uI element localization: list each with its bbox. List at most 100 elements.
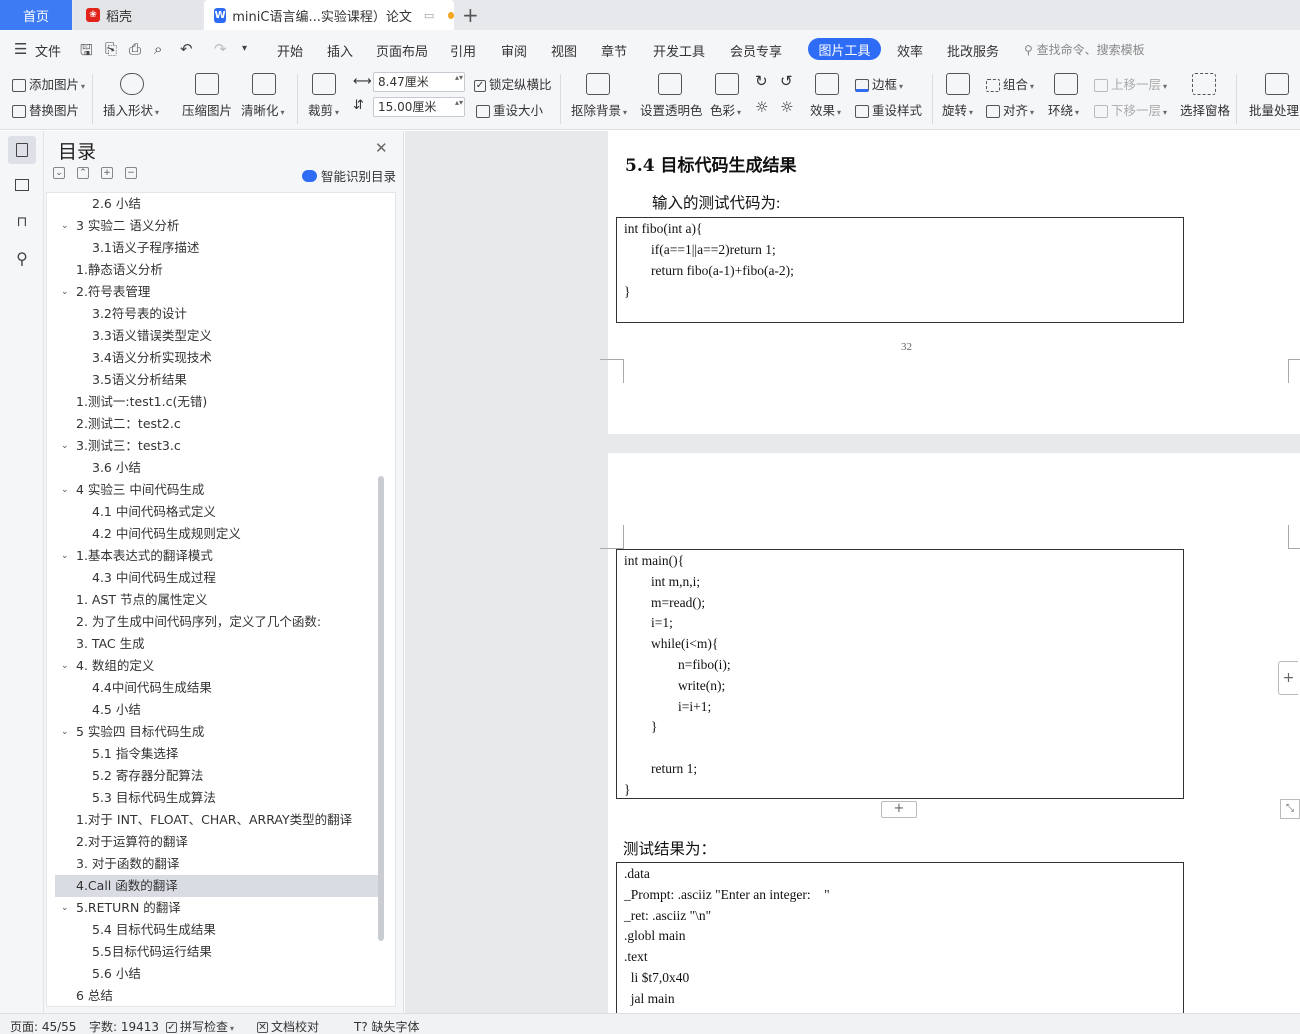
side-add-plus-icon[interactable]: +: [1278, 661, 1298, 695]
align-button[interactable]: 对齐 ▾: [986, 100, 1034, 119]
save-icon[interactable]: 🖫: [80, 40, 93, 65]
code-block-result[interactable]: .data _Prompt: .asciiz "Enter an integer:…: [616, 862, 1184, 1013]
export-icon[interactable]: ⎘: [105, 40, 117, 58]
toc-item[interactable]: 2.6 小结: [47, 193, 377, 215]
toc-item[interactable]: ⌄ 4. 数组的定义: [47, 655, 377, 677]
group-button[interactable]: 组合 ▾: [986, 74, 1034, 93]
toc-item[interactable]: ⌄ 3.测试三：test3.c: [47, 435, 377, 457]
expand-arrow-icon[interactable]: ⌄: [61, 479, 69, 501]
clarify-button[interactable]: 清晰化 ▾: [241, 100, 285, 119]
replace-picture-button[interactable]: 替换图片: [12, 100, 79, 119]
expand-arrow-icon[interactable]: ⌄: [61, 545, 69, 567]
expand-up-icon[interactable]: ⌃: [77, 167, 89, 179]
expand-arrow-icon[interactable]: ⌄: [61, 897, 69, 919]
menu-correction[interactable]: 批改服务: [947, 41, 999, 60]
toc-item[interactable]: 3.3语义错误类型定义: [47, 325, 377, 347]
brightness-up-icon[interactable]: ☼: [755, 98, 768, 116]
page-indicator[interactable]: 页面: 45/55: [10, 1018, 76, 1034]
toc-item[interactable]: ⌄ 2.符号表管理: [47, 281, 377, 303]
code-block-main[interactable]: int main(){ int m,n,i; m=read(); i=1; wh…: [616, 549, 1184, 799]
toc-item[interactable]: 1.测试一:test1.c(无错): [47, 391, 377, 413]
toc-panel-icon[interactable]: [8, 136, 36, 164]
tab-daoke[interactable]: ❀ 稻壳: [74, 0, 202, 30]
set-transparent-button[interactable]: 设置透明色: [640, 100, 703, 119]
bring-forward-button[interactable]: 上移一层 ▾: [1094, 74, 1167, 93]
toc-item[interactable]: 4.Call 函数的翻译: [55, 875, 379, 897]
smart-toc-button[interactable]: 智能识别目录: [302, 166, 396, 185]
toc-item[interactable]: 2.对于运算符的翻译: [47, 831, 377, 853]
add-heading-icon[interactable]: +: [101, 167, 113, 179]
intro-paragraph[interactable]: 输入的测试代码为:: [652, 191, 780, 213]
toc-item[interactable]: 6 总结: [47, 985, 377, 1006]
result-label[interactable]: 测试结果为：: [623, 837, 716, 859]
crop-button[interactable]: 裁剪 ▾: [308, 100, 339, 119]
toc-item[interactable]: ⌄ 1.基本表达式的翻译模式: [47, 545, 377, 567]
toc-scrollbar[interactable]: [378, 476, 384, 941]
rotate-right-small-icon[interactable]: ↺: [780, 72, 793, 90]
menu-efficiency[interactable]: 效率: [897, 41, 923, 60]
print-icon[interactable]: ⎙: [129, 40, 141, 58]
border-button[interactable]: 边框 ▾: [855, 74, 903, 93]
reset-style-button[interactable]: 重设样式: [855, 100, 922, 119]
rotate-button[interactable]: 旋转 ▾: [942, 100, 973, 119]
toc-item[interactable]: 4.4中间代码生成结果: [47, 677, 377, 699]
spell-check-button[interactable]: ✓ 拼写检查 ▾: [166, 1018, 234, 1034]
toc-item[interactable]: 3. TAC 生成: [47, 633, 377, 655]
menu-review[interactable]: 审阅: [501, 41, 527, 60]
toc-item[interactable]: 2. 为了生成中间代码序列，定义了几个函数:: [47, 611, 377, 633]
toc-item[interactable]: 3.5语义分析结果: [47, 369, 377, 391]
menu-chapter[interactable]: 章节: [601, 41, 627, 60]
search-icon[interactable]: ⚲: [11, 247, 33, 269]
missing-font-button[interactable]: T? 缺失字体: [354, 1018, 420, 1034]
toc-item[interactable]: 5.6 小结: [47, 963, 377, 985]
remove-background-button[interactable]: 抠除背景 ▾: [571, 100, 627, 119]
reset-size-button[interactable]: 重设大小: [476, 100, 543, 119]
toc-item[interactable]: 4.5 小结: [47, 699, 377, 721]
menu-picture-tools[interactable]: 图片工具: [808, 38, 881, 60]
expand-arrow-icon[interactable]: ⌄: [61, 655, 69, 677]
screen-icon[interactable]: ▭: [424, 9, 434, 22]
lock-ratio-checkbox[interactable]: ✓ 锁定纵横比: [474, 74, 552, 93]
color-button[interactable]: 色彩 ▾: [710, 100, 741, 119]
toc-item[interactable]: 3.1语义子程序描述: [47, 237, 377, 259]
print-preview-icon[interactable]: ⌕: [154, 40, 162, 58]
toc-item[interactable]: ⌄ 5.RETURN 的翻译: [47, 897, 377, 919]
menu-layout[interactable]: 页面布局: [376, 41, 428, 60]
toc-item[interactable]: 5.3 目标代码生成算法: [47, 787, 377, 809]
toc-item[interactable]: ⌄ 3 实验二 语义分析: [47, 215, 377, 237]
collapse-all-icon[interactable]: ⌄: [53, 167, 65, 179]
menu-references[interactable]: 引用: [450, 41, 476, 60]
expand-arrow-icon[interactable]: ⌄: [61, 215, 69, 237]
insert-shape-button[interactable]: 插入形状 ▾: [103, 100, 159, 119]
toc-item[interactable]: 1.静态语义分析: [47, 259, 377, 281]
resize-corner-icon[interactable]: ⤡: [1280, 799, 1300, 819]
menu-file[interactable]: 文件: [35, 41, 61, 60]
wrap-button[interactable]: 环绕 ▾: [1048, 100, 1079, 119]
rotate-left-small-icon[interactable]: ↻: [755, 72, 768, 90]
redo-icon[interactable]: ↷: [214, 40, 227, 58]
batch-process-button[interactable]: 批量处理: [1249, 100, 1299, 119]
toc-item[interactable]: 5.2 寄存器分配算法: [47, 765, 377, 787]
toc-item[interactable]: 3.4语义分析实现技术: [47, 347, 377, 369]
bookmark-icon[interactable]: ⊓: [11, 211, 33, 233]
toc-item[interactable]: 3.2符号表的设计: [47, 303, 377, 325]
compress-picture-button[interactable]: 压缩图片: [182, 100, 232, 119]
chapter-nav-icon[interactable]: [11, 174, 33, 196]
menu-start[interactable]: 开始: [277, 41, 303, 60]
toc-item[interactable]: ⌄ 5 实验四 目标代码生成: [47, 721, 377, 743]
new-tab-plus-icon[interactable]: +: [462, 3, 479, 27]
expand-arrow-icon[interactable]: ⌄: [61, 721, 69, 743]
brightness-down-icon[interactable]: ☼: [780, 98, 793, 116]
tab-document[interactable]: W miniC语言编...实验课程）论文 ▭: [204, 0, 454, 30]
menu-dev-tools[interactable]: 开发工具: [653, 41, 705, 60]
toc-item[interactable]: 4.1 中间代码格式定义: [47, 501, 377, 523]
menu-member[interactable]: 会员专享: [730, 41, 782, 60]
add-picture-button[interactable]: 添加图片 ▾: [12, 74, 85, 93]
toc-item[interactable]: 3. 对于函数的翻译: [47, 853, 377, 875]
selection-pane-button[interactable]: 选择窗格: [1180, 100, 1230, 119]
toc-item[interactable]: 5.5目标代码运行结果: [47, 941, 377, 963]
height-input[interactable]: 15.00厘米: [373, 97, 465, 117]
expand-arrow-icon[interactable]: ⌄: [61, 281, 69, 303]
toc-item[interactable]: 3.6 小结: [47, 457, 377, 479]
effects-button[interactable]: 效果 ▾: [810, 100, 841, 119]
